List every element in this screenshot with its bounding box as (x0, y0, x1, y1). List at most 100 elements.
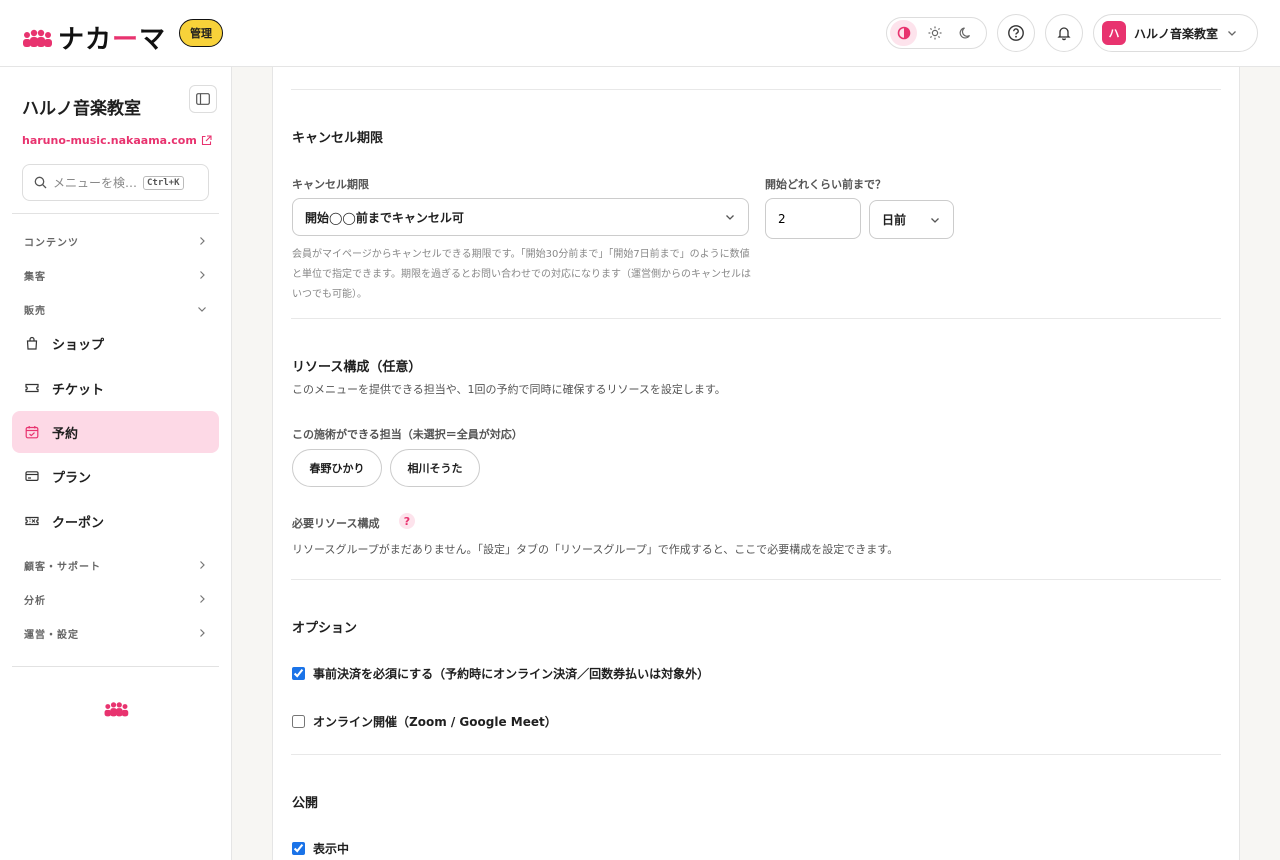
visible-option[interactable]: 表示中 (292, 840, 349, 857)
group-label: 分析 (24, 595, 46, 607)
site-url-link[interactable]: haruno-music.nakaama.com (22, 134, 212, 147)
chevron-right-icon (200, 561, 205, 569)
chevron-down-icon (931, 217, 939, 223)
options-section-title: オプション (292, 621, 358, 636)
sidebar-divider (12, 666, 219, 667)
chevron-down-icon (726, 215, 734, 220)
help-question-icon[interactable]: ? (399, 513, 415, 529)
logo-text: ナカーマ (58, 25, 167, 55)
chevron-down-icon (198, 307, 206, 312)
staff-label: この施術ができる担当（未選択＝全員が対応） (292, 428, 523, 441)
resources-section-title: リソース構成（任意） (292, 360, 422, 375)
theme-auto-button[interactable] (890, 20, 917, 46)
sidebar-item-label: ショップ (52, 337, 105, 353)
external-link-icon (201, 135, 212, 146)
chevron-right-icon (200, 595, 205, 603)
account-name: ハルノ音楽教室 (1134, 26, 1219, 41)
sidebar-group-contents[interactable]: コンテンツ (12, 229, 219, 253)
staff-chip[interactable]: 春野ひかり (292, 449, 382, 487)
chevron-right-icon (200, 629, 205, 637)
search-icon (34, 176, 47, 189)
account-avatar: ハ (1102, 21, 1126, 45)
staff-chip[interactable]: 相川そうた (390, 449, 480, 487)
cancel-section-title: キャンセル期限 (292, 131, 384, 146)
prepay-checkbox[interactable] (292, 667, 305, 680)
prepay-option[interactable]: 事前決済を必須にする（予約時にオンライン決済／回数券払いは対象外） (292, 665, 709, 682)
chevron-down-icon (1228, 31, 1236, 36)
online-label: オンライン開催（Zoom / Google Meet） (313, 715, 557, 729)
notifications-button[interactable] (1045, 14, 1083, 52)
menu-search: Ctrl+K (22, 164, 209, 201)
theme-light-button[interactable] (921, 20, 948, 46)
visible-label: 表示中 (313, 842, 350, 856)
cancel-before-input[interactable] (765, 198, 861, 239)
cancel-unit-value: 日前 (882, 213, 907, 227)
coupon-icon (25, 516, 39, 526)
theme-dark-button[interactable] (952, 20, 979, 46)
sidebar-group-marketing[interactable]: 集客 (12, 263, 219, 287)
publish-section-title: 公開 (292, 796, 319, 811)
contrast-icon (897, 26, 910, 40)
cancel-before-label: 開始どれくらい前まで？ (765, 178, 886, 191)
cancel-unit-select[interactable]: 日前 (869, 200, 954, 239)
search-shortcut-hint: Ctrl+K (143, 175, 184, 190)
sidebar-item-coupon[interactable]: クーポン (12, 500, 219, 542)
ticket-icon (25, 383, 39, 393)
sidebar-item-ticket[interactable]: チケット (12, 367, 219, 409)
menu-edit-panel: キャンセル期限 キャンセル期限 開始◯◯前までキャンセル可 会員がマイページから… (272, 67, 1240, 860)
admin-badge: 管理 (179, 19, 223, 47)
section-divider (291, 754, 1221, 755)
sidebar-toggle-icon (196, 93, 210, 105)
group-label: 集客 (24, 271, 46, 283)
section-divider (291, 318, 1221, 319)
credit-card-icon (25, 471, 39, 482)
required-resources-label: 必要リソース構成 (292, 517, 380, 530)
menu-search-input[interactable] (53, 175, 143, 190)
shopping-bag-icon (26, 336, 38, 350)
theme-toggle (886, 17, 987, 49)
sidebar-divider (12, 213, 219, 214)
account-menu-button[interactable]: ハ ハルノ音楽教室 (1093, 14, 1258, 52)
collapse-sidebar-button[interactable] (189, 85, 217, 113)
help-circle-icon (1008, 25, 1024, 41)
prepay-label: 事前決済を必須にする（予約時にオンライン決済／回数券払いは対象外） (313, 667, 710, 681)
online-checkbox[interactable] (292, 715, 305, 728)
site-url-text: haruno-music.nakaama.com (22, 134, 197, 147)
group-label: 販売 (24, 305, 46, 317)
top-header: ナカーマ 管理 ハ ハルノ音楽教室 (0, 0, 1280, 67)
sidebar-item-label: 予約 (52, 426, 79, 442)
cancel-policy-select[interactable]: 開始◯◯前までキャンセル可 (292, 198, 749, 236)
sidebar-group-sales[interactable]: 販売 (12, 297, 219, 321)
cancel-policy-value: 開始◯◯前までキャンセル可 (305, 210, 464, 225)
section-divider (291, 579, 1221, 580)
sidebar-group-operations[interactable]: 運営・設定 (12, 621, 219, 645)
sidebar-item-plan[interactable]: プラン (12, 455, 219, 497)
sidebar-item-label: クーポン (52, 515, 105, 531)
footer-logo-icon (104, 702, 129, 717)
cancel-help-text: 会員がマイページからキャンセルできる期限です。「開始30分前まで」「開始7日前ま… (292, 249, 751, 300)
visible-checkbox[interactable] (292, 842, 305, 855)
group-label: 顧客・サポート (24, 561, 101, 573)
sidebar-group-customers[interactable]: 顧客・サポート (12, 553, 219, 577)
chevron-right-icon (200, 237, 205, 245)
chevron-right-icon (200, 271, 205, 279)
sidebar-item-label: チケット (52, 382, 105, 398)
help-button[interactable] (997, 14, 1035, 52)
logo-people-icon (23, 29, 52, 47)
section-divider (291, 89, 1221, 90)
sidebar-group-analytics[interactable]: 分析 (12, 587, 219, 611)
group-label: 運営・設定 (24, 629, 79, 641)
online-option[interactable]: オンライン開催（Zoom / Google Meet） (292, 713, 557, 730)
app-logo[interactable]: ナカーマ (22, 19, 166, 56)
sidebar-item-shop[interactable]: ショップ (12, 322, 219, 364)
moon-icon (959, 27, 970, 39)
site-title: ハルノ音楽教室 (22, 99, 141, 119)
sidebar-item-label: プラン (52, 470, 92, 486)
sidebar: ハルノ音楽教室 haruno-music.nakaama.com Ctrl+K … (0, 67, 232, 860)
sun-icon (928, 26, 941, 40)
resources-description: このメニューを提供できる担当や、1回の予約で同時に確保するリソースを設定します。 (292, 383, 726, 396)
sidebar-item-booking[interactable]: 予約 (12, 411, 219, 453)
bell-icon (1057, 27, 1071, 41)
required-resources-description: リソースグループがまだありません。「設定」タブの「リソースグループ」で作成すると… (292, 543, 899, 556)
cancel-field-label: キャンセル期限 (292, 178, 369, 191)
